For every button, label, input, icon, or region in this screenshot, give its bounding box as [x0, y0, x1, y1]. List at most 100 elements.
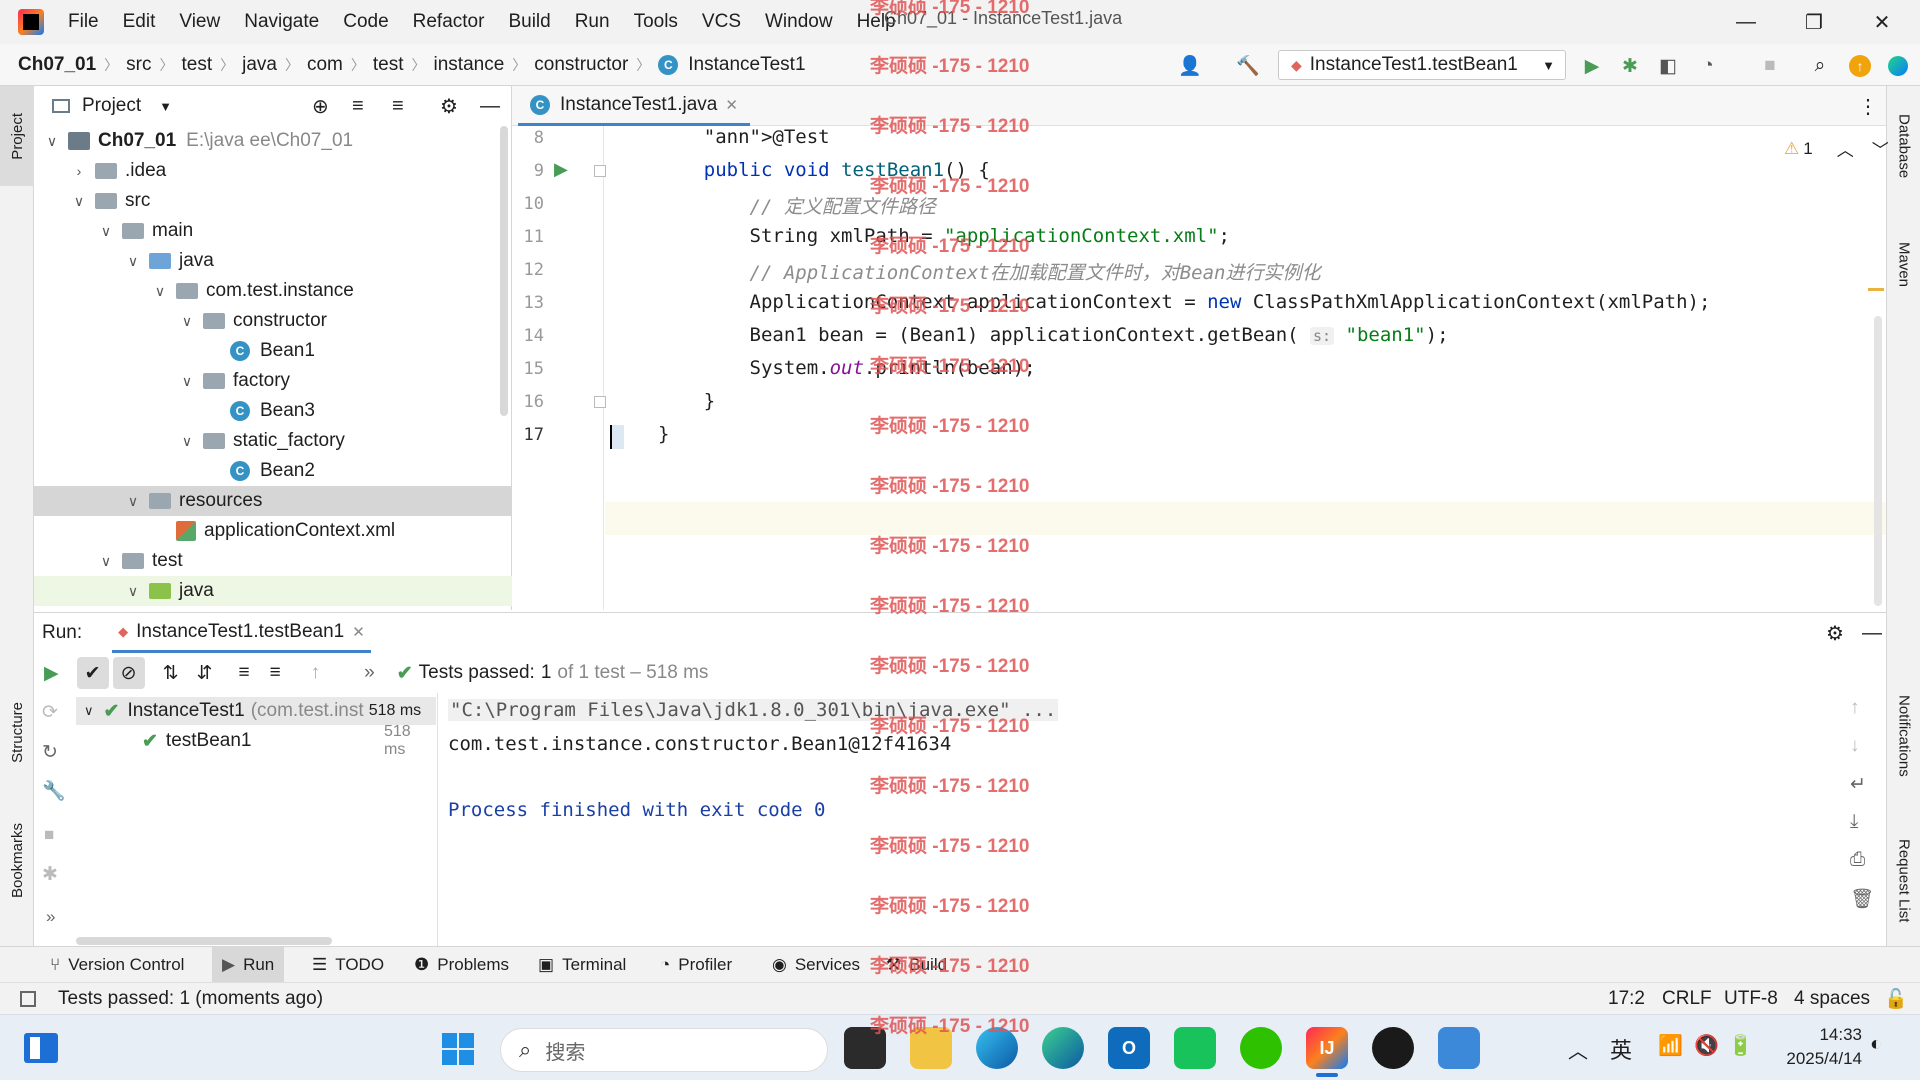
rerun-icon[interactable]: ▶	[44, 662, 59, 685]
close-button[interactable]: ✕	[1852, 0, 1912, 44]
menu-run[interactable]: Run	[573, 11, 612, 33]
chevron-up-icon[interactable]: ︿	[1568, 1035, 1588, 1064]
layout-icon[interactable]	[20, 990, 36, 1007]
gear-icon[interactable]: ⚙	[1826, 621, 1844, 646]
inspection-widget[interactable]: ⚠ 1 ︿ ﹀	[1784, 136, 1889, 161]
menu-refactor[interactable]: Refactor	[411, 11, 487, 33]
sort-alpha-icon[interactable]: ⇅	[163, 662, 179, 685]
wechat-icon[interactable]	[1240, 1027, 1282, 1069]
expand-all-icon[interactable]: ≡	[238, 662, 249, 684]
editor-scrollbar[interactable]	[1874, 316, 1882, 606]
chevron-down-icon[interactable]: ∨	[123, 493, 143, 510]
test-case-row[interactable]: ✔ testBean1 518 ms	[76, 723, 436, 758]
warning-marker[interactable]	[1868, 288, 1884, 291]
chevron-down-icon[interactable]: ∨	[123, 253, 143, 270]
console-output[interactable]: "C:\Program Files\Java\jdk1.8.0_301\bin\…	[438, 693, 1886, 947]
tree-item[interactable]: C Bean1	[34, 336, 512, 366]
breadcrumb-item[interactable]: java	[242, 54, 277, 76]
editor-tab[interactable]: C InstanceTest1.java ✕	[518, 86, 750, 126]
tree-item[interactable]: ∨ static_factory	[34, 426, 512, 456]
structure-tool-tab[interactable]: Structure	[0, 684, 34, 780]
widgets-icon[interactable]	[24, 1033, 58, 1063]
debug-icon[interactable]: ✱	[42, 863, 58, 886]
menu-code[interactable]: Code	[341, 11, 390, 33]
battery-icon[interactable]: 🔋	[1728, 1033, 1753, 1058]
breadcrumb-item[interactable]: constructor	[534, 54, 628, 76]
tree-item[interactable]: ∨ java	[34, 576, 512, 606]
previous-failed-icon[interactable]: ↑	[311, 662, 321, 684]
update-icon[interactable]: ↑	[1846, 52, 1874, 80]
expand-all-icon[interactable]: ≡	[352, 95, 364, 118]
tool-terminal[interactable]: ▣ Terminal	[528, 947, 636, 983]
project-scrollbar[interactable]	[500, 126, 508, 416]
code-line[interactable]: public void testBean1() {	[658, 159, 990, 181]
menu-edit[interactable]: Edit	[121, 11, 158, 33]
code-line[interactable]: "ann">@Test	[658, 126, 830, 148]
file-encoding[interactable]: UTF-8	[1724, 988, 1778, 1010]
notifications-tool-tab[interactable]: Notifications	[1887, 676, 1920, 796]
chevron-down-icon[interactable]: ∨	[123, 583, 143, 600]
tree-item[interactable]: C Bean3	[34, 396, 512, 426]
tool-profiler[interactable]: ◔ Profiler	[650, 947, 742, 983]
code-line[interactable]: }	[658, 390, 715, 412]
edge-ai-icon[interactable]	[976, 1027, 1018, 1069]
menu-navigate[interactable]: Navigate	[242, 11, 321, 33]
tree-item[interactable]: ∨ main	[34, 216, 512, 246]
coverage-icon[interactable]: ◧	[1654, 52, 1682, 80]
code-line[interactable]: Bean1 bean = (Bean1) applicationContext.…	[658, 324, 1449, 346]
wifi-icon[interactable]: 📶	[1658, 1033, 1683, 1058]
intellij-taskbar-icon[interactable]: IJ	[1306, 1027, 1348, 1069]
tree-item[interactable]: ∨ src	[34, 186, 512, 216]
close-tab-icon[interactable]: ✕	[725, 96, 738, 114]
indent-setting[interactable]: 4 spaces	[1794, 988, 1870, 1010]
trash-icon[interactable]: 🗑	[1850, 887, 1874, 911]
chevron-down-icon[interactable]: ∨	[96, 223, 116, 240]
taskview-icon[interactable]	[844, 1027, 886, 1069]
clock[interactable]: 14:33 2025/4/14	[1772, 1023, 1862, 1071]
chevron-down-icon[interactable]: ∨	[96, 553, 116, 570]
build-hammer-icon[interactable]: 🔨	[1234, 52, 1262, 80]
tool-version-control[interactable]: ⑂ Version Control	[40, 947, 194, 983]
tree-item[interactable]: ∨ com.test.instance	[34, 276, 512, 306]
restore-button[interactable]: ❐	[1784, 0, 1844, 44]
request-list-tool-tab[interactable]: Request List	[1887, 826, 1920, 936]
show-passed-icon[interactable]: ✔	[76, 657, 109, 689]
chevron-right-icon[interactable]: ›	[69, 163, 89, 179]
tree-item[interactable]: C Bean2	[34, 456, 512, 486]
more-icon[interactable]: »	[46, 907, 55, 927]
breadcrumb-item[interactable]: InstanceTest1	[688, 54, 805, 76]
code-line[interactable]: String xmlPath = "applicationContext.xml…	[658, 225, 1230, 247]
tree-item[interactable]: applicationContext.xml	[34, 516, 512, 546]
store-icon[interactable]	[1174, 1027, 1216, 1069]
menu-tools[interactable]: Tools	[632, 11, 680, 33]
tree-item[interactable]: › .idea	[34, 156, 512, 186]
ime-indicator[interactable]: 英	[1610, 1033, 1632, 1065]
tool-run[interactable]: ▶ Run	[212, 947, 285, 983]
hide-icon[interactable]: —	[1862, 622, 1882, 645]
debug-icon[interactable]: ✱	[1616, 52, 1644, 80]
hide-icon[interactable]: —	[480, 95, 500, 118]
volume-icon[interactable]: 🔇	[1694, 1033, 1719, 1058]
menu-view[interactable]: View	[177, 11, 222, 33]
code-line[interactable]: ApplicationContext applicationContext = …	[658, 291, 1711, 313]
close-tab-icon[interactable]: ✕	[352, 623, 365, 641]
tree-item[interactable]: ∨ factory	[34, 366, 512, 396]
menu-build[interactable]: Build	[506, 11, 552, 33]
run-config-selector[interactable]: ◆ InstanceTest1.testBean1 ▼	[1278, 50, 1566, 80]
bookmarks-tool-tab[interactable]: Bookmarks	[0, 806, 34, 916]
breadcrumb-item[interactable]: test	[182, 54, 213, 76]
tree-item[interactable]: ∨ test	[34, 546, 512, 576]
tree-item[interactable]: ∨ java	[34, 246, 512, 276]
menu-window[interactable]: Window	[763, 11, 835, 33]
breadcrumb-item[interactable]: Ch07_01	[18, 54, 96, 76]
line-separator[interactable]: CRLF	[1662, 988, 1712, 1010]
start-icon[interactable]	[442, 1033, 474, 1065]
notepad-icon[interactable]	[1438, 1027, 1480, 1069]
chevron-down-icon[interactable]: ﹀	[1872, 136, 1889, 161]
profile-icon[interactable]: ◔	[1694, 52, 1722, 80]
search-icon[interactable]: ⌕	[1806, 52, 1834, 80]
more-tabs-icon[interactable]: ⋮	[1858, 94, 1878, 119]
stop-icon[interactable]: ■	[44, 825, 54, 845]
project-view-selector[interactable]: Project	[82, 95, 141, 117]
menu-file[interactable]: File	[66, 11, 101, 33]
